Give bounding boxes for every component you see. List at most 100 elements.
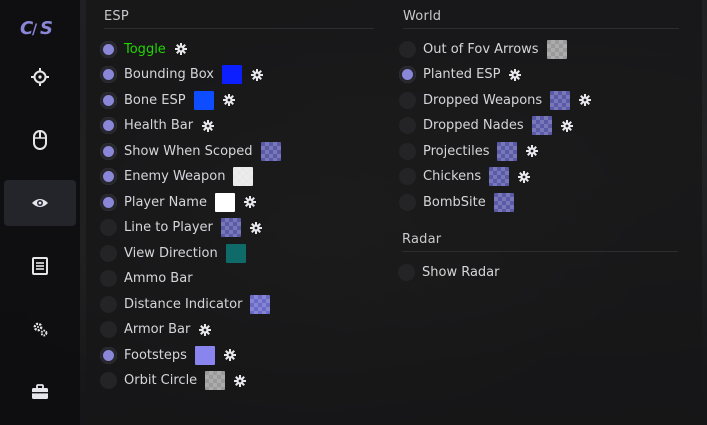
color-swatch[interactable] [194,345,215,365]
color-swatch[interactable] [497,141,518,161]
color-swatch[interactable] [531,116,552,135]
toggle-dot[interactable] [399,40,416,58]
option-chickens[interactable]: Chickens [399,166,531,188]
option-bounding-box[interactable]: Bounding Box [100,64,264,86]
color-swatch[interactable] [214,192,235,212]
option-bombsite[interactable]: BombSite [399,191,514,213]
option-player-name[interactable]: Player Name [100,191,256,213]
option-label: Bounding Box [124,67,215,82]
option-label: Ammo Bar [124,271,193,286]
nav-inventory[interactable] [4,369,76,415]
toggle-dot[interactable] [100,295,117,313]
option-orbit-circle[interactable]: Orbit Circle [100,370,247,392]
option-dropped-nades[interactable]: Dropped Nades [399,115,573,137]
gear-icon[interactable] [234,374,247,387]
option-armor-bar[interactable]: Armor Bar [100,319,212,341]
option-show-when-scoped[interactable]: Show When Scoped [100,140,281,162]
toggle-dot[interactable] [399,142,416,160]
gear-icon[interactable] [560,119,573,132]
option-enemy-weapon[interactable]: Enemy Weapon [100,166,254,188]
toggle-dot[interactable] [399,168,416,185]
toggle-dot[interactable] [100,117,117,134]
color-swatch[interactable] [260,141,281,161]
gear-icon[interactable] [249,221,262,234]
option-line-to-player[interactable]: Line to Player [100,217,262,239]
mouse-icon [33,130,47,150]
nav-aimbot[interactable] [4,54,76,100]
option-planted-esp[interactable]: Planted ESP [399,64,522,86]
option-health-bar[interactable]: Health Bar [100,115,215,137]
color-swatch[interactable] [546,39,567,59]
option-projectiles[interactable]: Projectiles [399,140,539,162]
toggle-dot[interactable] [100,244,117,262]
settings-panel: ESP World Radar Toggle Bounding Box Bone E… [86,0,702,425]
toggle-dot[interactable] [399,91,416,109]
option-show-radar[interactable]: Show Radar [398,261,500,283]
option-label: Show When Scoped [124,143,253,159]
color-swatch[interactable] [225,243,246,263]
gear-icon[interactable] [518,170,531,183]
option-label: Chickens [423,169,482,184]
option-footsteps[interactable]: Footsteps [100,344,236,366]
nav-triggerbot[interactable] [4,117,76,163]
option-label: Projectiles [423,143,490,159]
svg-text:/: / [32,22,38,38]
toggle-dot[interactable] [100,91,117,109]
option-label: Out of Fov Arrows [423,41,539,57]
logo: C / S [18,17,62,39]
option-view-direction[interactable]: View Direction [100,242,246,264]
color-swatch[interactable] [220,218,241,237]
gear-icon[interactable] [202,119,215,132]
option-bone-esp[interactable]: Bone ESP [100,89,235,111]
color-swatch[interactable] [489,167,510,186]
gear-icon[interactable] [243,196,256,208]
gear-icon[interactable] [251,68,264,81]
toggle-dot[interactable] [100,142,117,160]
toggle-dot[interactable] [398,263,415,281]
option-label: Toggle [124,41,166,57]
option-out-of-fov-arrows[interactable]: Out of Fov Arrows [399,38,567,60]
option-label: Footsteps [124,347,187,363]
color-swatch[interactable] [233,167,254,186]
svg-text:S: S [40,18,53,39]
toggle-dot[interactable] [100,193,117,211]
color-swatch[interactable] [193,90,214,110]
toggle-dot[interactable] [100,372,117,389]
gear-icon[interactable] [222,94,235,106]
option-label: View Direction [124,245,218,261]
nav-settings[interactable] [4,306,76,352]
option-label: Dropped Weapons [423,92,543,108]
gear-icon[interactable] [526,145,539,157]
nav-visuals[interactable] [4,180,76,226]
gear-icon[interactable] [223,349,236,361]
toggle-dot[interactable] [100,40,117,58]
option-dropped-weapons[interactable]: Dropped Weapons [399,89,592,111]
toggle-dot[interactable] [100,219,117,236]
toggle-dot[interactable] [100,321,117,338]
color-swatch[interactable] [550,90,571,110]
option-label: Planted ESP [423,67,501,82]
gear-icon[interactable] [509,68,522,81]
gear-icon[interactable] [199,323,212,336]
option-label: Show Radar [422,264,500,280]
color-swatch[interactable] [493,192,514,212]
option-distance-indicator[interactable]: Distance Indicator [100,293,271,315]
gear-icon[interactable] [174,43,187,55]
toggle-dot[interactable] [399,193,416,211]
toggle-dot[interactable] [100,168,117,185]
color-swatch[interactable] [250,294,271,314]
option-ammo-bar[interactable]: Ammo Bar [100,268,193,290]
radar-section-title: Radar [402,232,442,247]
nav-misc[interactable] [4,243,76,289]
option-label: Line to Player [124,220,213,235]
toggle-dot[interactable] [100,66,117,83]
toggle-dot[interactable] [100,346,117,364]
toggle-dot[interactable] [399,66,416,83]
color-swatch[interactable] [205,371,226,390]
color-swatch[interactable] [222,65,243,84]
toggle-dot[interactable] [399,117,416,134]
option-toggle[interactable]: Toggle [100,38,187,60]
gear-icon[interactable] [579,94,592,106]
option-label: Dropped Nades [423,118,524,133]
toggle-dot[interactable] [100,270,117,287]
